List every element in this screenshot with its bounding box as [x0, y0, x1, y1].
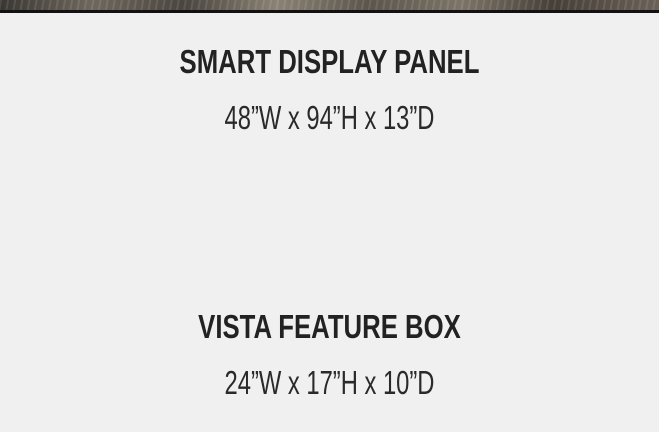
product-dimensions: 24”W x 17”H x 10”D [224, 364, 435, 401]
product-dimensions: 48”W x 94”H x 13”D [224, 99, 435, 136]
header-photo-strip [0, 0, 659, 13]
product-title: SMART DISPLAY PANEL [179, 43, 480, 80]
product-card-vista-feature-box: VISTA FEATURE BOX 24”W x 17”H x 10”D [0, 305, 659, 405]
product-card-smart-display-panel: SMART DISPLAY PANEL 48”W x 94”H x 13”D [0, 40, 659, 140]
product-title: VISTA FEATURE BOX [198, 308, 461, 345]
